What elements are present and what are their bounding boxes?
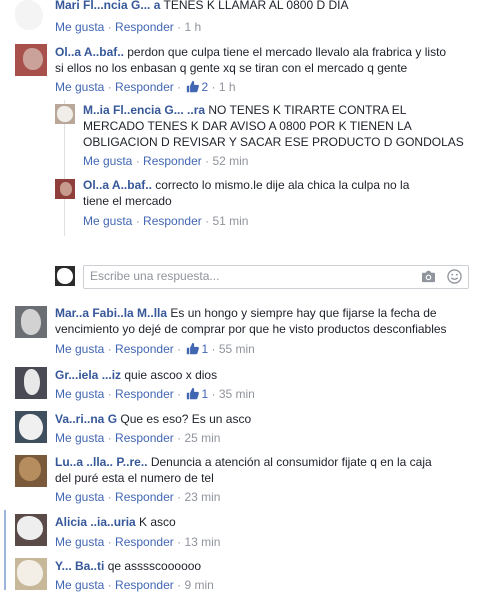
reply-button[interactable]: Responder [143,154,202,168]
comment-author[interactable]: Lu..a ..lla.. P..re.. [55,455,147,469]
comment: Ol..a A..baf.. perdon que culpa tiene el… [0,42,501,100]
like-button[interactable]: Me gusta [55,578,104,592]
avatar[interactable] [15,367,47,399]
comment-actions: Me gusta · Responder · 9 min [55,578,214,592]
avatar [55,266,75,286]
comment-author[interactable]: Gr...iela ...iz [55,368,121,382]
comment-text: correcto lo mismo.le dije ala chica la c… [155,178,410,192]
comment: Mar..a Fabi..la M..lla Es un hongo y sie… [0,305,501,360]
comment-text: qe asssscoooooo [107,559,202,573]
comment-time[interactable]: 1 h [184,20,201,34]
comment-text: quie ascoo x dios [124,368,218,382]
comment-actions: Me gusta · Responder · 25 min [55,431,221,445]
avatar[interactable] [15,455,47,487]
reply-input[interactable]: Escribe una respuesta... [83,265,469,289]
comment-actions: Me gusta · Responder · 1 · 35 min [55,387,255,401]
comment-text: MERCADO TENES K DAR AVISO A 0800 POR K T… [83,119,412,133]
comment: Lu..a ..lla.. P..re.. Denuncia a atenció… [0,454,501,509]
comment-time[interactable]: 23 min [184,490,220,504]
comment-text: vencimiento yo dejé de comprar por que h… [55,322,447,336]
reply: M..ia Fl..encia G... ..ra NO TENES K TIR… [0,102,501,170]
reply-button[interactable]: Responder [115,80,174,94]
avatar[interactable] [15,306,47,338]
like-button[interactable]: Me gusta [55,80,104,94]
like-button[interactable]: Me gusta [55,535,104,549]
comment-author[interactable]: Mar..a Fabi..la M..lla [55,306,167,320]
comment-time[interactable]: 9 min [184,578,213,592]
comment-actions: Me gusta · Responder · 2 · 1 h [55,80,236,94]
like-button[interactable]: Me gusta [83,214,132,228]
reply-placeholder: Escribe una respuesta... [90,269,220,283]
comment-time[interactable]: 13 min [184,535,220,549]
like-button[interactable]: Me gusta [83,154,132,168]
comment: Mari Fl...ncia G... a TENES K LLAMAR AL … [0,0,501,40]
reply-button[interactable]: Responder [115,342,174,356]
comment-time[interactable]: 35 min [219,387,255,401]
like-button[interactable]: Me gusta [55,387,104,401]
thumbs-up-icon[interactable] [186,387,200,400]
comment-author[interactable]: Va..ri..na G [55,412,117,426]
avatar[interactable] [15,44,47,76]
comment-author[interactable]: Mari Fl...ncia G... a [55,0,160,12]
avatar[interactable] [15,514,47,546]
reply-button[interactable]: Responder [115,490,174,504]
comment-author[interactable]: Ol..a A..baf.. [55,45,127,59]
comment-time[interactable]: 1 h [219,80,236,94]
reply: Ol..a A..baf.. correcto lo mismo.le dije… [0,177,501,233]
like-count[interactable]: 1 [201,387,208,401]
avatar[interactable] [15,0,43,30]
reply-button[interactable]: Responder [115,20,174,34]
comment-text: K asco [139,515,176,529]
reply-button[interactable]: Responder [115,431,174,445]
comment: Y... Ba..ti qe asssscoooooo Me gusta · R… [0,558,501,598]
comment-text: si ellos no los enbasan q gente xq se ti… [55,61,408,75]
comment-actions: Me gusta · Responder · 51 min [83,214,249,228]
avatar[interactable] [15,558,47,590]
comment-actions: Me gusta · Responder · 13 min [55,535,221,549]
comment-text: Denuncia a atención al consumidor fijate… [150,455,432,469]
comment-text: TENES K LLAMAR AL 0800 D DIA [163,0,349,12]
reply-button[interactable]: Responder [143,214,202,228]
like-button[interactable]: Me gusta [55,431,104,445]
like-button[interactable]: Me gusta [55,342,104,356]
comment-author[interactable]: Alicia ..ia..uria [55,515,136,529]
comment-actions: Me gusta · Responder · 1 · 55 min [55,342,255,356]
comment: Va..ri..na G Que es eso? Es un asco Me g… [0,411,501,449]
comment-text: perdon que culpa tiene el mercado lleval… [127,45,447,59]
comment-time[interactable]: 52 min [212,154,248,168]
avatar[interactable] [55,104,75,124]
like-button[interactable]: Me gusta [55,490,104,504]
comment-time[interactable]: 55 min [219,342,255,356]
comment-author[interactable]: M..ia Fl..encia G... ..ra [83,103,205,117]
like-count[interactable]: 1 [201,342,208,356]
reply-button[interactable]: Responder [115,578,174,592]
reply-button[interactable]: Responder [115,387,174,401]
smiley-icon[interactable] [447,269,462,284]
comment-author[interactable]: Ol..a A..baf.. [83,178,152,192]
comment-text: tiene el mercado [83,194,172,208]
comment-actions: Me gusta · Responder · 23 min [55,490,221,504]
comment-actions: Me gusta · Responder · 1 h [55,20,202,34]
comment: Alicia ..ia..uria K asco Me gusta · Resp… [0,514,501,552]
comment-text: OBLIGACION D REVISAR Y SACAR ESE PRODUCT… [83,135,464,149]
comment-text: Es un hongo y siempre hay que fijarse la… [170,306,437,320]
comment-text: del puré esta el numero de tel [55,471,214,485]
thumbs-up-icon[interactable] [186,342,200,355]
avatar[interactable] [55,179,75,199]
thumbs-up-icon[interactable] [186,80,200,93]
comment-text: NO TENES K TIRARTE CONTRA EL [208,103,407,117]
comment-text: Que es eso? Es un asco [120,412,252,426]
like-button[interactable]: Me gusta [55,20,104,34]
comment-author[interactable]: Y... Ba..ti [55,559,104,573]
comment-time[interactable]: 25 min [184,431,220,445]
camera-icon[interactable] [421,270,436,283]
avatar[interactable] [15,411,47,443]
reply-button[interactable]: Responder [115,535,174,549]
comment: Gr...iela ...iz quie ascoo x dios Me gus… [0,367,501,405]
comment-actions: Me gusta · Responder · 52 min [83,154,249,168]
like-count[interactable]: 2 [201,80,208,94]
comment-time[interactable]: 51 min [212,214,248,228]
